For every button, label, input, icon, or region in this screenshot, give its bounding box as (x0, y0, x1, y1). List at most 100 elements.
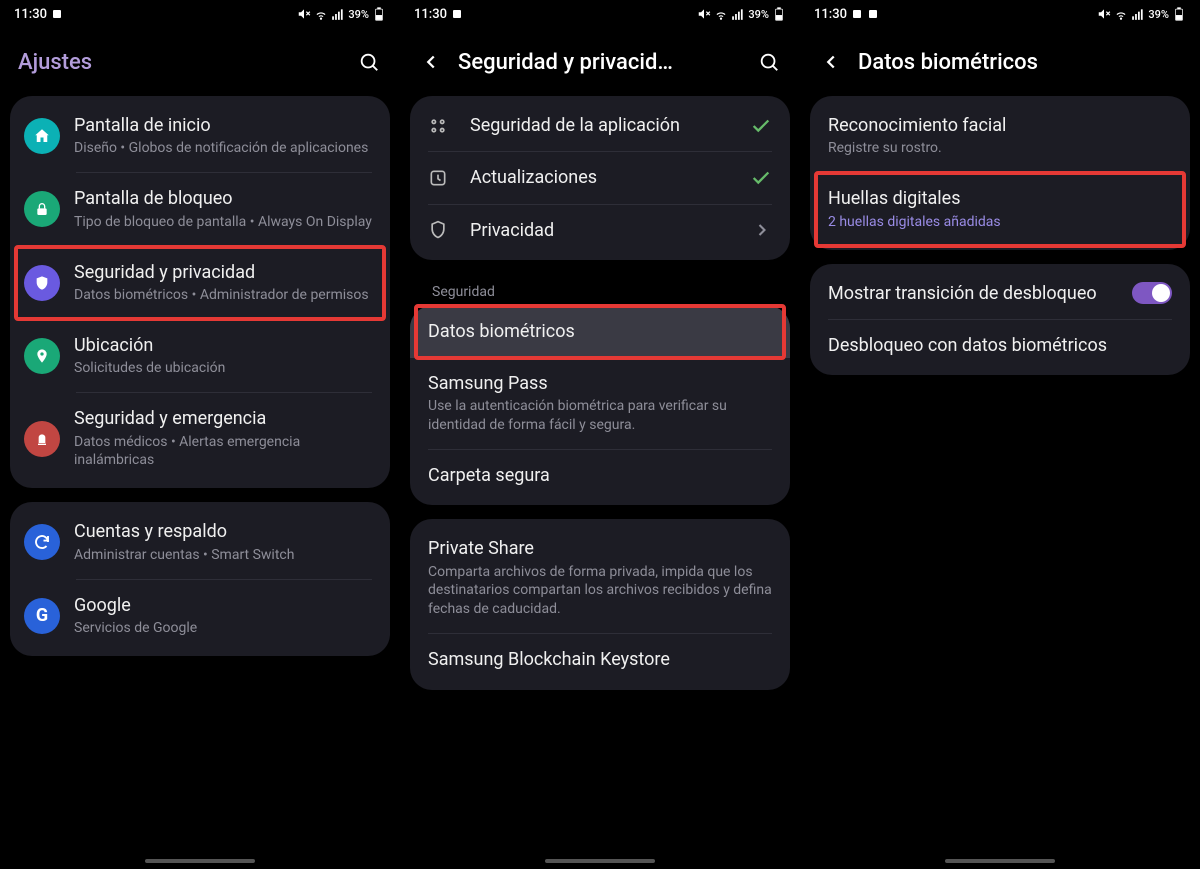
update-icon (428, 168, 456, 188)
toggle-unlock-transition[interactable] (1132, 282, 1172, 304)
back-button[interactable] (818, 49, 844, 75)
row-private-share[interactable]: Private Share Comparta archivos de forma… (410, 523, 790, 633)
settings-card-1: Pantalla de inicio Diseño • Globos de no… (10, 96, 390, 488)
biometrics-list[interactable]: Reconocimiento facial Registre su rostro… (800, 96, 1200, 869)
security-list[interactable]: Seguridad de la aplicación Actualizacion… (400, 96, 800, 869)
notif-icon (51, 8, 63, 20)
row-title: Samsung Blockchain Keystore (428, 648, 772, 671)
wifi-icon (1114, 7, 1128, 21)
status-time: 11:30 (814, 7, 847, 22)
row-datos-biometricos[interactable]: Datos biométricos (410, 306, 790, 357)
notif-icon (851, 8, 863, 20)
notif-icon (451, 8, 463, 20)
row-title: Google (74, 594, 372, 617)
row-title: Ubicación (74, 334, 372, 357)
row-title: Reconocimiento facial (828, 114, 1172, 137)
row-google[interactable]: G Google Servicios de Google (10, 580, 390, 652)
section-label-seguridad: Seguridad (410, 274, 790, 306)
lock-icon (24, 191, 60, 227)
row-face-recognition[interactable]: Reconocimiento facial Registre su rostro… (810, 100, 1190, 172)
row-title: Seguridad de la aplicación (470, 114, 740, 137)
check-icon (750, 167, 772, 189)
screen-biometrics: 11:30 39% Datos biométricos Reconocimien… (800, 0, 1200, 869)
screen-ajustes: 11:30 39% Ajustes Pantalla (0, 0, 400, 869)
row-ubicacion[interactable]: Ubicación Solicitudes de ubicación (10, 320, 390, 392)
row-sub: Solicitudes de ubicación (74, 359, 372, 378)
google-icon: G (24, 598, 60, 634)
row-title: Carpeta segura (428, 464, 772, 487)
row-sub: Servicios de Google (74, 619, 372, 638)
back-button[interactable] (418, 49, 444, 75)
row-pantalla-bloqueo[interactable]: Pantalla de bloqueo Tipo de bloqueo de p… (10, 173, 390, 245)
row-blockchain-keystore[interactable]: Samsung Blockchain Keystore (410, 634, 790, 685)
status-bar: 11:30 39% (400, 0, 800, 28)
row-sub: Datos biométricos • Administrador de per… (74, 286, 372, 305)
row-title: Samsung Pass (428, 372, 772, 395)
row-title: Huellas digitales (828, 187, 1172, 210)
location-icon (24, 338, 60, 374)
battery-icon (1172, 7, 1186, 21)
row-sub: 2 huellas digitales añadidas (828, 213, 1172, 232)
settings-card-2: Cuentas y respaldo Administrar cuentas •… (10, 502, 390, 656)
row-title: Seguridad y privacidad (74, 261, 372, 284)
search-button[interactable] (756, 49, 782, 75)
wifi-icon (714, 7, 728, 21)
status-bar: 11:30 39% (0, 0, 400, 28)
row-pantalla-inicio[interactable]: Pantalla de inicio Diseño • Globos de no… (10, 100, 390, 172)
row-app-security[interactable]: Seguridad de la aplicación (410, 100, 790, 151)
battery-icon (372, 7, 386, 21)
row-cuentas-respaldo[interactable]: Cuentas y respaldo Administrar cuentas •… (10, 506, 390, 578)
row-updates[interactable]: Actualizaciones (410, 152, 790, 203)
row-carpeta-segura[interactable]: Carpeta segura (410, 450, 790, 501)
shield-icon (24, 265, 60, 301)
mute-icon (1097, 7, 1111, 21)
row-title: Desbloqueo con datos biométricos (828, 334, 1172, 357)
row-sub: Comparta archivos de forma privada, impi… (428, 563, 772, 620)
battery-pct: 39% (748, 8, 769, 21)
row-title: Private Share (428, 537, 772, 560)
security-card-biometrics: Datos biométricos Samsung Pass Use la au… (410, 306, 790, 505)
page-title: Seguridad y privacid… (458, 50, 742, 75)
row-seguridad-emergencia[interactable]: Seguridad y emergencia Datos médicos • A… (10, 393, 390, 484)
row-title: Pantalla de bloqueo (74, 187, 372, 210)
security-card-share: Private Share Comparta archivos de forma… (410, 519, 790, 689)
signal-icon (1131, 7, 1145, 21)
check-icon (750, 115, 772, 137)
notif-icon-2 (867, 8, 879, 20)
security-top-card: Seguridad de la aplicación Actualizacion… (410, 96, 790, 260)
header: Datos biométricos (800, 28, 1200, 96)
row-seguridad-privacidad[interactable]: Seguridad y privacidad Datos biométricos… (10, 247, 390, 319)
row-sub: Administrar cuentas • Smart Switch (74, 546, 372, 565)
row-biometric-unlock[interactable]: Desbloqueo con datos biométricos (810, 320, 1190, 371)
battery-icon (772, 7, 786, 21)
row-title: Mostrar transición de desbloqueo (828, 282, 1122, 305)
battery-pct: 39% (1148, 8, 1169, 21)
search-button[interactable] (356, 49, 382, 75)
page-title: Ajustes (18, 50, 342, 75)
row-fingerprints[interactable]: Huellas digitales 2 huellas digitales añ… (810, 173, 1190, 245)
row-sub: Datos médicos • Alertas emergencia inalá… (74, 433, 372, 471)
nav-pill[interactable] (145, 859, 255, 863)
signal-icon (731, 7, 745, 21)
settings-list[interactable]: Pantalla de inicio Diseño • Globos de no… (0, 96, 400, 869)
row-unlock-transition[interactable]: Mostrar transición de desbloqueo (810, 268, 1190, 319)
status-bar: 11:30 39% (800, 0, 1200, 28)
nav-pill[interactable] (945, 859, 1055, 863)
row-title: Cuentas y respaldo (74, 520, 372, 543)
row-sub: Registre su rostro. (828, 139, 1172, 158)
emergency-icon (24, 421, 60, 457)
row-sub: Diseño • Globos de notificación de aplic… (74, 139, 372, 158)
home-icon (24, 118, 60, 154)
status-time: 11:30 (414, 7, 447, 22)
sync-icon (24, 524, 60, 560)
battery-pct: 39% (348, 8, 369, 21)
row-title: Privacidad (470, 219, 742, 242)
row-sub: Use la autenticación biométrica para ver… (428, 397, 772, 435)
row-title: Actualizaciones (470, 166, 740, 189)
page-title: Datos biométricos (858, 50, 1182, 75)
row-privacy[interactable]: Privacidad (410, 205, 790, 256)
nav-pill[interactable] (545, 859, 655, 863)
row-samsung-pass[interactable]: Samsung Pass Use la autenticación biomét… (410, 358, 790, 449)
status-time: 11:30 (14, 7, 47, 22)
screen-seguridad: 11:30 39% Seguridad y privacid… Segurida… (400, 0, 800, 869)
